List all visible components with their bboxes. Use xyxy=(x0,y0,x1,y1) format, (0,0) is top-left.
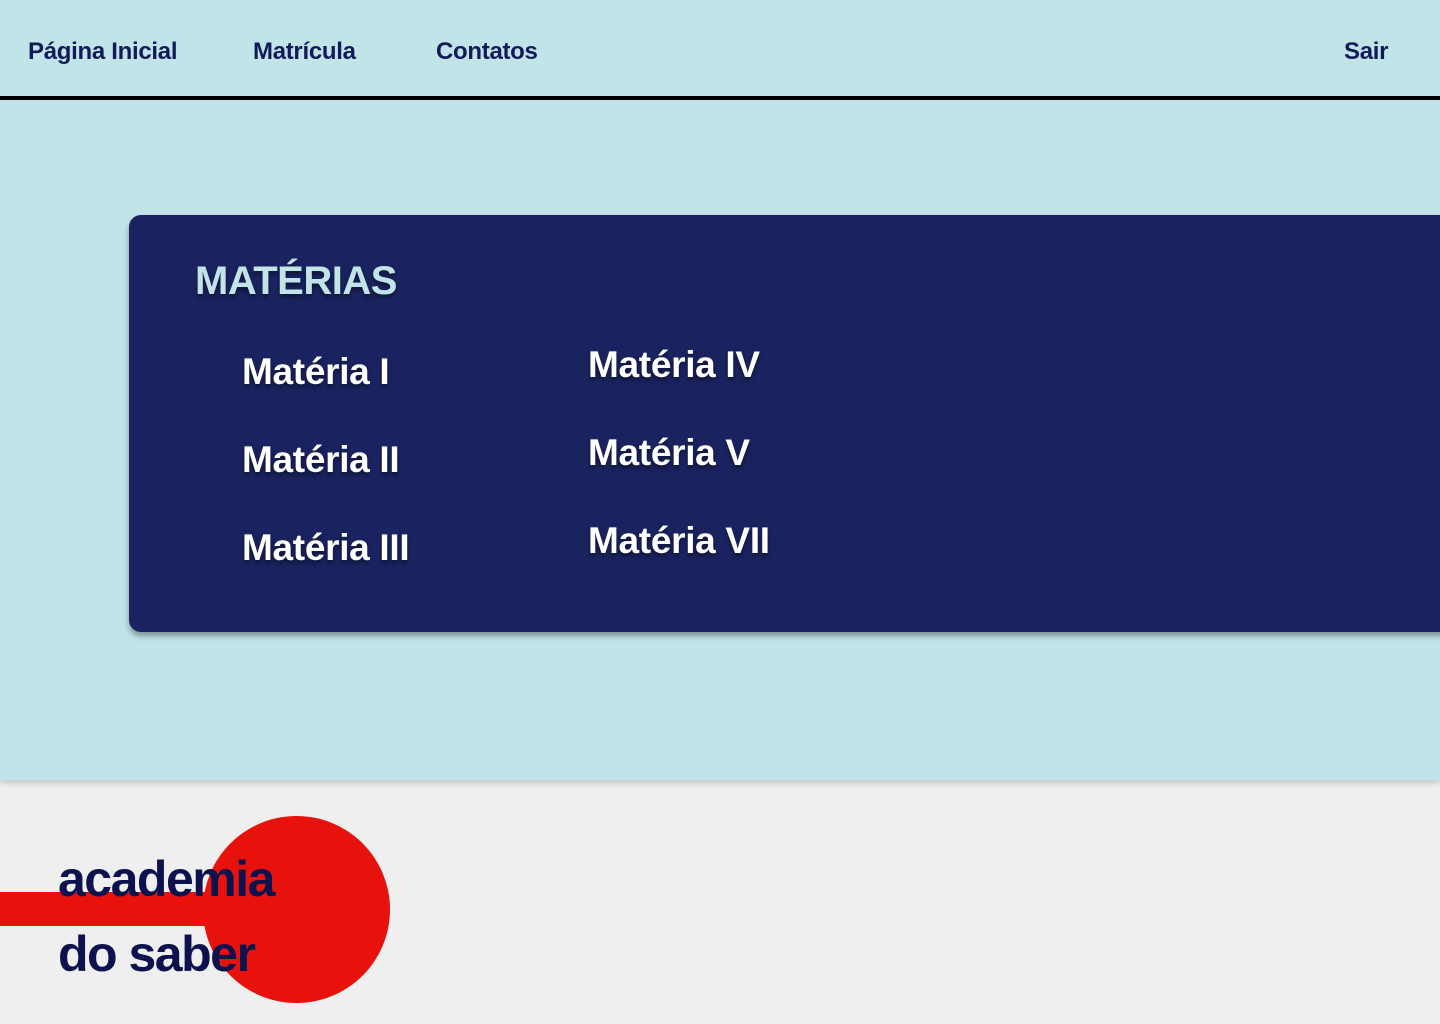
logout-link[interactable]: Sair xyxy=(1344,38,1388,66)
subjects-panel: MATÉRIAS Matéria I Matéria II Matéria II… xyxy=(129,215,1440,632)
subject-link-7[interactable]: Matéria VII xyxy=(588,520,770,562)
nav-link-contacts[interactable]: Contatos xyxy=(436,38,538,66)
academia-logo[interactable]: academia do saber xyxy=(0,810,400,1010)
nav-link-enrollment[interactable]: Matrícula xyxy=(253,38,356,66)
subject-link-4[interactable]: Matéria IV xyxy=(588,344,760,386)
subject-link-3[interactable]: Matéria III xyxy=(242,527,410,569)
logo-text-line2: do saber xyxy=(58,926,256,982)
subject-link-1[interactable]: Matéria I xyxy=(242,351,390,393)
nav-link-home[interactable]: Página Inicial xyxy=(28,38,177,66)
top-navbar: Página Inicial Matrícula Contatos Sair xyxy=(0,0,1440,100)
subject-link-5[interactable]: Matéria V xyxy=(588,432,750,474)
subjects-title: MATÉRIAS xyxy=(195,259,397,303)
hero-section: Página Inicial Matrícula Contatos Sair M… xyxy=(0,0,1440,780)
logo-text-line1: academia xyxy=(58,851,275,907)
subject-link-2[interactable]: Matéria II xyxy=(242,439,400,481)
